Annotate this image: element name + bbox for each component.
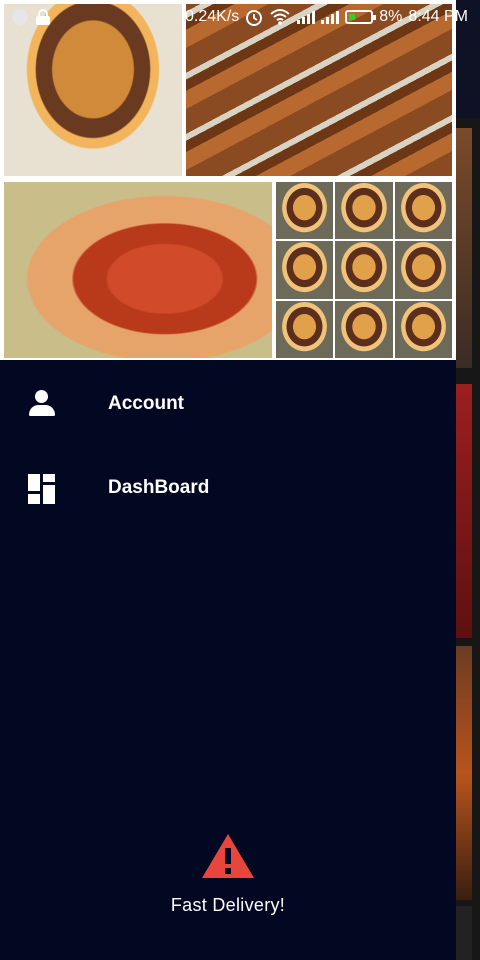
burger-collage [276,182,452,358]
notification-dot-icon [12,9,28,25]
drawer-menu: Account DashBoard [0,362,456,530]
battery-percent: 8% [379,8,403,25]
network-speed: 0.24K/s [185,8,240,25]
person-icon [28,390,56,418]
menu-item-label: Account [108,393,184,414]
clock: 8:44 PM [408,8,468,25]
drawer-header-image [0,0,456,360]
hotdog-photo [4,182,272,358]
lock-icon [36,9,50,25]
background-food-card[interactable] [456,384,472,638]
background-food-card[interactable] [456,128,472,368]
battery-icon [345,10,377,24]
status-bar: 0.24K/s 8% 8:44 PM [0,0,480,36]
menu-item-account[interactable]: Account [0,362,456,446]
menu-item-label: DashBoard [108,477,210,498]
drawer-footer: Fast Delivery! [0,832,456,916]
background-food-card[interactable] [456,646,472,900]
fast-delivery-label: Fast Delivery! [170,895,286,915]
background-food-card[interactable] [456,906,472,960]
alarm-icon [246,10,263,26]
warning-icon [202,834,254,878]
wifi-icon [270,9,290,25]
dashboard-icon [28,474,56,504]
signal-icon [297,10,316,24]
navigation-drawer: Account DashBoard Fast Delivery! [0,0,456,960]
signal-icon [321,10,340,24]
menu-item-dashboard[interactable]: DashBoard [0,446,456,530]
